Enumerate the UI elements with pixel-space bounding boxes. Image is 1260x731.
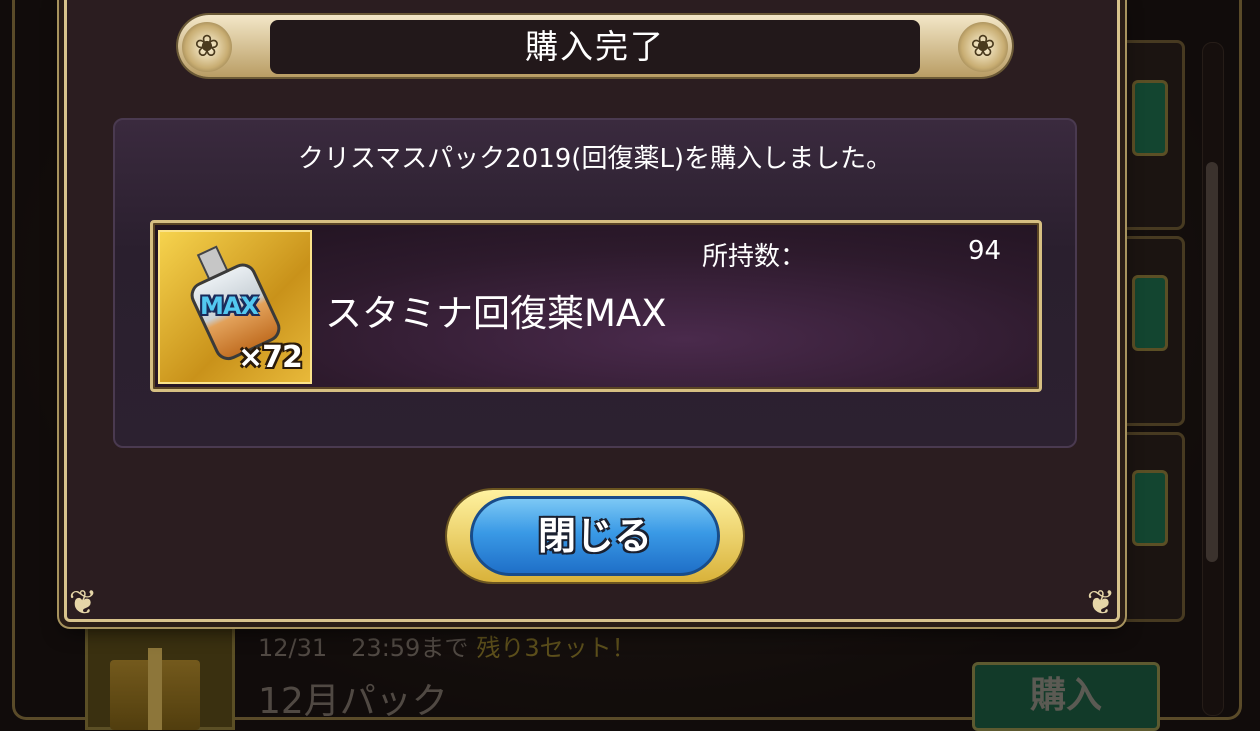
corner-ornament-icon: ❦ [68,583,98,623]
item-name: スタミナ回復薬MAX [325,292,667,335]
dialog-title: 購入完了 [270,20,920,74]
owned-count-value: 94 [968,236,1002,266]
fleur-ornament-icon: ❀ [182,22,232,72]
owned-count-label: 所持数： [702,242,807,272]
close-button[interactable]: 閉じる [470,496,720,576]
item-quantity: ×72 [238,340,303,375]
fleur-ornament-icon: ❀ [958,22,1008,72]
corner-ornament-icon: ❦ [1086,583,1116,623]
max-badge: MAX [200,292,259,320]
purchase-message: クリスマスパック2019(回復薬L)を購入しました。 [297,144,893,174]
